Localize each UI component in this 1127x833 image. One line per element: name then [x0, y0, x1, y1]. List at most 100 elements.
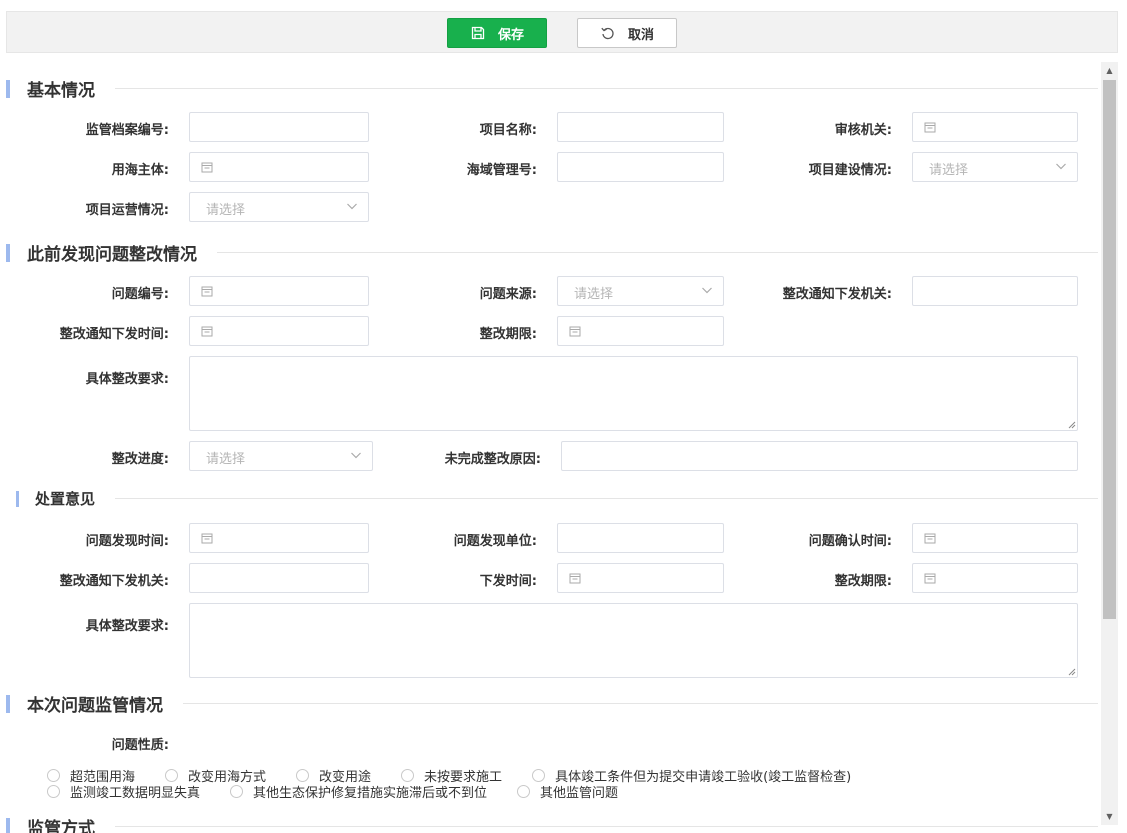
- calendar-icon: [569, 573, 581, 584]
- sea-mgmt-no-input[interactable]: [557, 152, 724, 182]
- section-accent-bar: [16, 490, 19, 507]
- save-button[interactable]: 保存: [447, 18, 547, 48]
- chevron-down-icon: [1056, 163, 1066, 170]
- disposal-requirements-textarea[interactable]: [189, 603, 1078, 678]
- label-notice-time: 整改通知下发时间:: [59, 327, 169, 342]
- progress-select[interactable]: 请选择: [189, 441, 373, 471]
- label-disposal-notice-org: 整改通知下发机关:: [59, 574, 169, 589]
- disposal-notice-org-input[interactable]: [189, 563, 369, 593]
- radio-circle[interactable]: [230, 785, 244, 798]
- radio-data-distorted[interactable]: 监测竣工数据明显失真: [47, 782, 200, 801]
- section-divider: [183, 703, 1098, 704]
- radio-circle[interactable]: [165, 769, 179, 782]
- label-archive-no: 监管档案编号:: [85, 123, 169, 138]
- select-placeholder: 请选择: [929, 163, 969, 178]
- chevron-down-icon: [351, 452, 361, 459]
- radio-circle[interactable]: [47, 785, 60, 798]
- archive-no-input[interactable]: [189, 112, 369, 142]
- calendar-icon: [201, 162, 213, 173]
- construction-status-select[interactable]: 请选择: [912, 152, 1078, 182]
- label-review-org: 审核机关:: [834, 123, 892, 138]
- radio-eco-measures-lagging[interactable]: 其他生态保护修复措施实施滞后或不到位: [230, 782, 487, 801]
- disposal-deadline-picker[interactable]: [912, 563, 1078, 593]
- section-basic: 基本情况: [6, 76, 1098, 101]
- resize-grip-icon: [1068, 421, 1076, 429]
- review-org-picker[interactable]: [912, 112, 1078, 142]
- requirements-textarea[interactable]: [189, 356, 1078, 431]
- project-name-input[interactable]: [557, 112, 724, 142]
- radio-other-issues[interactable]: 其他监管问题: [517, 782, 618, 801]
- resize-grip-icon: [1068, 668, 1076, 676]
- label-notice-org: 整改通知下发机关:: [782, 287, 892, 302]
- save-button-label: 保存: [497, 27, 524, 43]
- calendar-icon: [201, 326, 213, 337]
- label-found-unit: 问题发现单位:: [453, 534, 537, 549]
- label-construction-status: 项目建设情况:: [808, 163, 892, 178]
- label-disposal-requirements: 具体整改要求:: [85, 619, 169, 634]
- label-issue-no: 问题编号:: [111, 287, 169, 302]
- section-accent-bar: [6, 243, 10, 262]
- label-disposal-deadline: 整改期限:: [834, 574, 892, 589]
- found-unit-input[interactable]: [557, 523, 724, 553]
- scroll-down-arrow-icon[interactable]: ▼: [1101, 808, 1118, 825]
- vertical-scrollbar[interactable]: ▲ ▼: [1101, 62, 1118, 825]
- section-divider: [217, 252, 1098, 253]
- deadline-picker[interactable]: [557, 316, 724, 346]
- scroll-thumb[interactable]: [1103, 80, 1116, 619]
- operation-status-select[interactable]: 请选择: [189, 192, 369, 222]
- incomplete-reason-input[interactable]: [561, 441, 1078, 471]
- label-progress: 整改进度:: [111, 452, 169, 467]
- toolbar: 保存 取消: [6, 11, 1118, 53]
- section-disposal: 处置意见: [6, 488, 1098, 509]
- section-current: 本次问题监管情况: [6, 691, 1098, 716]
- notice-time-picker[interactable]: [189, 316, 369, 346]
- notice-org-input[interactable]: [912, 276, 1078, 306]
- select-placeholder: 请选择: [574, 287, 614, 302]
- section-title-disposal: 处置意见: [35, 490, 96, 508]
- chevron-down-icon: [702, 287, 712, 294]
- undo-icon: [600, 25, 616, 41]
- calendar-icon: [201, 286, 213, 297]
- select-placeholder: 请选择: [206, 452, 246, 467]
- nature-radio-row-2: 监测竣工数据明显失真 其他生态保护修复措施实施滞后或不到位 其他监管问题: [47, 782, 618, 801]
- section-accent-bar: [6, 817, 10, 833]
- chevron-down-icon: [347, 203, 357, 210]
- radio-circle[interactable]: [401, 769, 415, 782]
- label-project-name: 项目名称:: [479, 123, 537, 138]
- label-deadline: 整改期限:: [479, 327, 537, 342]
- label-incomplete-reason: 未完成整改原因:: [444, 452, 541, 467]
- radio-circle[interactable]: [532, 769, 546, 782]
- radio-circle[interactable]: [296, 769, 310, 782]
- label-sea-user: 用海主体:: [111, 163, 169, 178]
- calendar-icon: [924, 122, 936, 133]
- cancel-button-label: 取消: [627, 27, 654, 43]
- label-requirements: 具体整改要求:: [85, 372, 169, 387]
- section-accent-bar: [6, 694, 10, 713]
- section-previous: 此前发现问题整改情况: [6, 240, 1098, 265]
- label-found-time: 问题发现时间:: [85, 534, 169, 549]
- label-confirm-time: 问题确认时间:: [808, 534, 892, 549]
- issue-source-select[interactable]: 请选择: [557, 276, 724, 306]
- label-issue-time: 下发时间:: [479, 574, 537, 589]
- calendar-icon: [924, 573, 936, 584]
- section-title-method: 监管方式: [27, 819, 95, 833]
- label-nature: 问题性质:: [111, 738, 169, 753]
- confirm-time-picker[interactable]: [912, 523, 1078, 553]
- cancel-button[interactable]: 取消: [577, 18, 677, 48]
- label-sea-mgmt-no: 海域管理号:: [466, 163, 537, 178]
- label-issue-source: 问题来源:: [479, 287, 537, 302]
- issue-no-picker[interactable]: [189, 276, 369, 306]
- label-operation-status: 项目运营情况:: [85, 203, 169, 218]
- radio-circle[interactable]: [47, 769, 60, 782]
- found-time-picker[interactable]: [189, 523, 369, 553]
- section-divider: [115, 88, 1098, 89]
- form-content: 基本情况 监管档案编号: 项目名称: 审核机关: 用海主体: 海域管理号: 项目…: [0, 62, 1100, 833]
- save-icon: [470, 25, 486, 41]
- scroll-up-arrow-icon[interactable]: ▲: [1101, 62, 1118, 79]
- section-title-basic: 基本情况: [27, 81, 95, 101]
- radio-circle[interactable]: [517, 785, 531, 798]
- sea-user-picker[interactable]: [189, 152, 369, 182]
- issue-time-picker[interactable]: [557, 563, 724, 593]
- section-method: 监管方式: [6, 814, 1098, 833]
- calendar-icon: [569, 326, 581, 337]
